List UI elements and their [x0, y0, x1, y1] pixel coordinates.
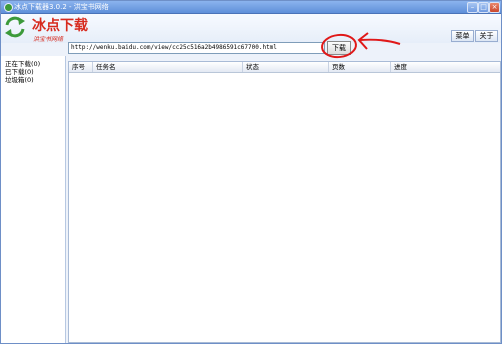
app-icon — [4, 3, 13, 12]
column-header-pages[interactable]: 页数 — [329, 62, 391, 72]
title-bar[interactable]: 冰点下载器3.0.2 - 洪宝书网络 – □ × — [1, 1, 501, 14]
refresh-logo-icon — [5, 16, 25, 38]
minimize-icon[interactable]: – — [467, 2, 478, 13]
menu-button[interactable]: 菜单 — [451, 30, 474, 42]
about-button[interactable]: 关于 — [475, 30, 498, 42]
window-title: 冰点下载器3.0.2 - 洪宝书网络 — [14, 3, 109, 11]
close-icon[interactable]: × — [489, 2, 500, 13]
sidebar-item-trash[interactable]: 垃圾箱(0) — [5, 74, 34, 84]
sidebar: 正在下载(0) 已下载(0) 垃圾箱(0) — [1, 56, 66, 343]
app-window: 冰点下载器3.0.2 - 洪宝书网络 – □ × 冰点下载 洪宝书网络 菜单 关… — [0, 0, 502, 344]
column-header-status[interactable]: 状态 — [243, 62, 329, 72]
maximize-icon[interactable]: □ — [478, 2, 489, 13]
table-header: 序号 任务名 状态 页数 进度 — [69, 62, 500, 73]
column-header-task-name[interactable]: 任务名 — [93, 62, 243, 72]
column-header-index[interactable]: 序号 — [69, 62, 93, 72]
task-table: 序号 任务名 状态 页数 进度 — [68, 61, 501, 343]
column-header-progress[interactable]: 进度 — [391, 62, 500, 72]
download-button[interactable]: 下载 — [327, 41, 351, 55]
url-input[interactable]: http://wenku.baidu.com/view/cc25c516a2b4… — [68, 42, 325, 54]
logo-title: 冰点下载 — [32, 18, 88, 34]
logo-subtitle: 洪宝书网络 — [33, 36, 64, 43]
app-header: 冰点下载 洪宝书网络 — [1, 14, 501, 43]
